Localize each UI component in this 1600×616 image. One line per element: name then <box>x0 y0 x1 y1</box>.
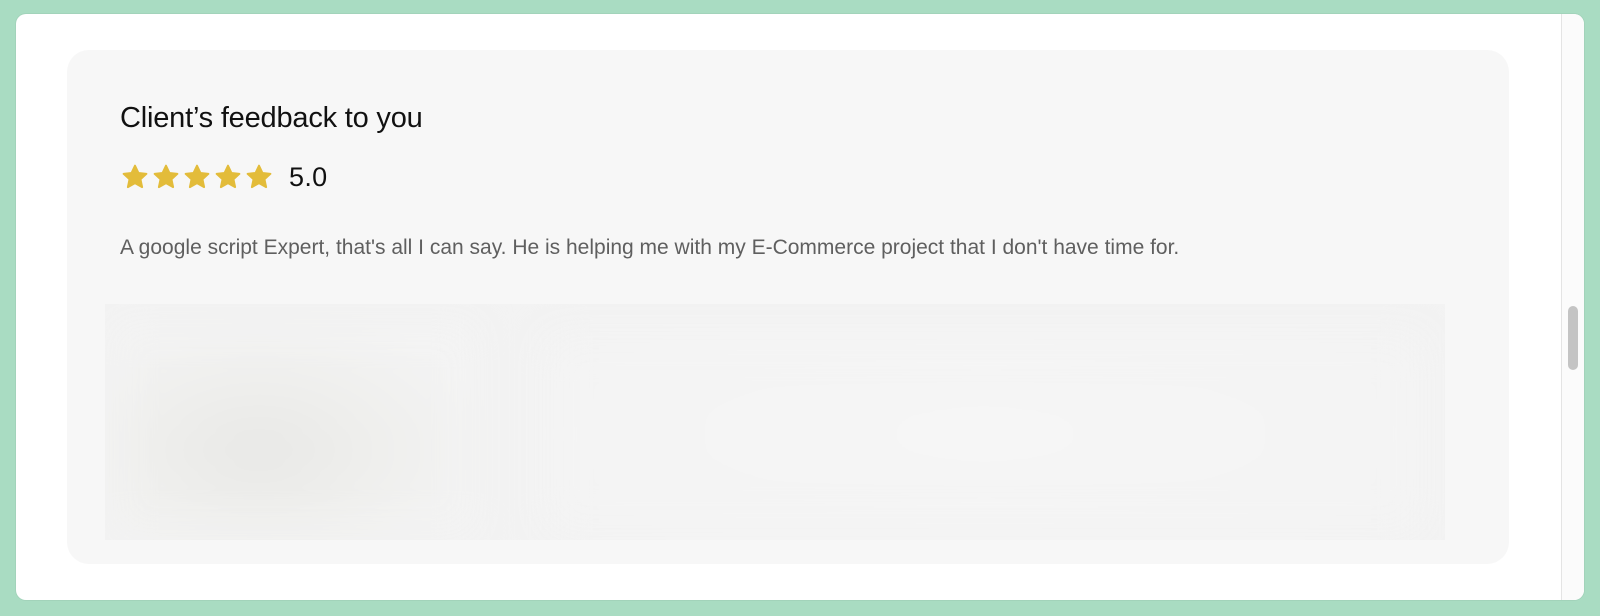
scrollbar-thumb[interactable] <box>1568 306 1578 370</box>
star-icon <box>246 164 272 189</box>
browser-window: Client’s feedback to you 5.0 A google sc… <box>16 14 1584 600</box>
star-icon <box>122 164 148 189</box>
star-icon <box>184 164 210 189</box>
feedback-comment: A google script Expert, that's all I can… <box>120 236 1180 259</box>
rating-value: 5.0 <box>289 162 328 192</box>
client-feedback-card: Client’s feedback to you 5.0 A google sc… <box>67 50 1509 564</box>
blurred-content <box>105 304 1445 540</box>
star-icon <box>215 164 241 189</box>
rating-row: 5.0 <box>120 162 327 193</box>
screen-background: Client’s feedback to you 5.0 A google sc… <box>0 0 1600 616</box>
star-rating <box>120 163 275 192</box>
feedback-title: Client’s feedback to you <box>120 102 423 134</box>
star-icon <box>153 164 179 189</box>
vertical-scrollbar[interactable] <box>1561 14 1584 600</box>
blurred-content-blob <box>545 334 1425 534</box>
blurred-content-blob <box>115 324 475 534</box>
